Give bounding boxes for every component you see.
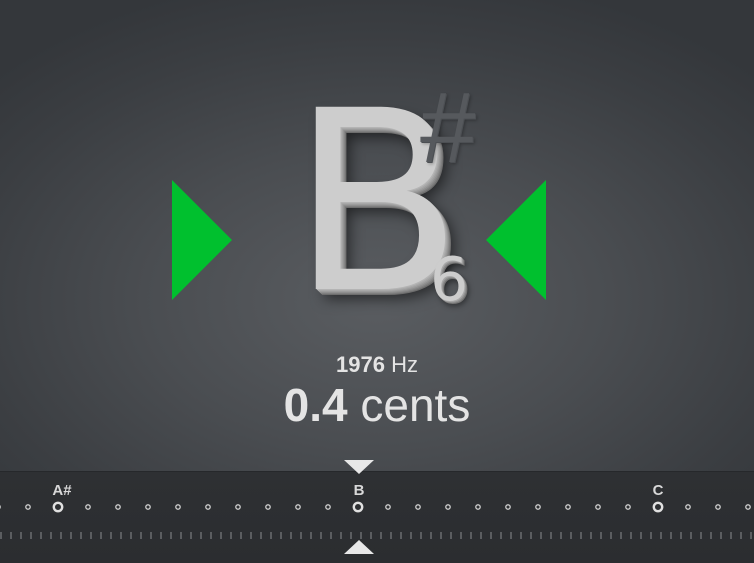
scale-ticks: [1, 532, 751, 539]
scale-note-marker: [654, 503, 662, 511]
scale-dot: [566, 505, 570, 509]
scale-dot: [536, 505, 540, 509]
scale-dot: [506, 505, 510, 509]
scale-dot: [266, 505, 270, 509]
scale-note-marker: [54, 503, 62, 511]
octave-number: 6: [430, 250, 468, 310]
scale-dot: [596, 505, 600, 509]
note-letter: B: [0, 78, 754, 328]
scale-dot: [86, 505, 90, 509]
pitch-pointer-down-icon: [344, 460, 374, 474]
scale-dot: [476, 505, 480, 509]
frequency-readout: 1976 Hz: [0, 352, 754, 378]
scale-dot: [626, 505, 630, 509]
cents-value: 0.4: [284, 379, 348, 431]
scale-dot: [746, 505, 750, 509]
scale-dot: [236, 505, 240, 509]
scale-dot: [176, 505, 180, 509]
pitch-pointer-up-icon: [344, 540, 374, 554]
pitch-scale: [0, 495, 754, 545]
tuner-display: B # 6 1976 Hz 0.4 cents A# B C: [0, 0, 754, 562]
cents-unit: cents: [360, 379, 470, 431]
scale-dot: [206, 505, 210, 509]
frequency-unit: Hz: [391, 352, 418, 377]
scale-dot: [116, 505, 120, 509]
scale-dot: [386, 505, 390, 509]
scale-dot: [446, 505, 450, 509]
cents-readout: 0.4 cents: [0, 379, 754, 431]
scale-dots: [0, 503, 750, 511]
frequency-value: 1976: [336, 352, 385, 377]
scale-dot: [716, 505, 720, 509]
in-tune-right-arrow-icon: [486, 180, 546, 300]
accidental-sharp: #: [420, 78, 476, 178]
scale-dot: [146, 505, 150, 509]
scale-dot: [26, 505, 30, 509]
scale-dot: [326, 505, 330, 509]
scale-dot: [416, 505, 420, 509]
scale-dot: [296, 505, 300, 509]
scale-dot: [686, 505, 690, 509]
in-tune-left-arrow-icon: [172, 180, 232, 300]
scale-note-marker: [354, 503, 362, 511]
